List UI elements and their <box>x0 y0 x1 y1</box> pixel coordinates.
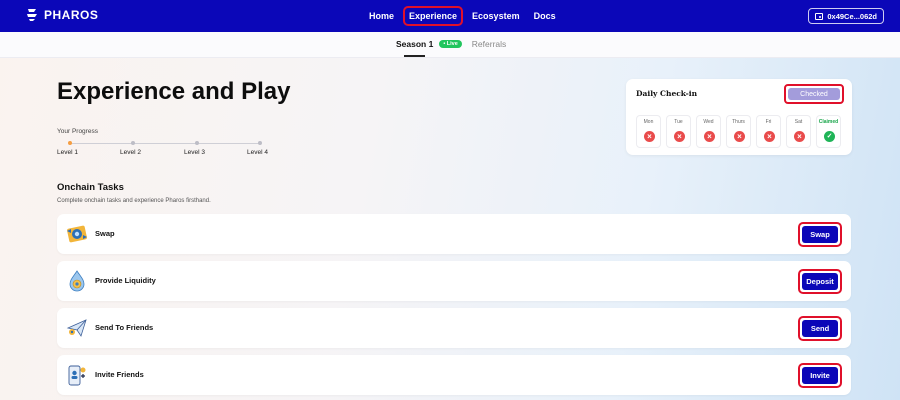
invite-phone-icon <box>68 365 86 386</box>
level-progress: Level 1 Level 2 Level 3 Level 4 <box>57 140 277 160</box>
task-label: Provide Liquidity <box>95 276 156 285</box>
checked-button-frame: Checked <box>784 84 844 104</box>
wallet-icon <box>815 12 824 20</box>
day-label: Fri <box>765 119 772 125</box>
level-label: Level 3 <box>184 149 205 156</box>
x-mark-icon: × <box>644 131 655 142</box>
x-mark-icon: × <box>734 131 745 142</box>
day-sat: Sat × <box>786 115 811 148</box>
x-mark-icon: × <box>674 131 685 142</box>
page-title: Experience and Play <box>57 78 291 105</box>
nav-experience[interactable]: Experience <box>403 6 464 26</box>
deposit-button-frame: Deposit <box>798 269 842 294</box>
progress-track <box>69 143 259 144</box>
day-label: Claimed <box>818 119 839 125</box>
task-row-swap: Swap Swap <box>57 214 851 254</box>
task-label: Invite Friends <box>95 370 144 379</box>
checked-button[interactable]: Checked <box>788 88 840 100</box>
wallet-address: 0x49Ce...062d <box>827 11 877 21</box>
level-label: Level 4 <box>247 149 268 156</box>
day-label: Tue <box>674 119 683 125</box>
task-label: Swap <box>95 229 115 238</box>
progress-label: Your Progress <box>57 128 98 135</box>
day-label: Thurs <box>732 119 745 125</box>
pharos-logo-icon <box>27 9 37 21</box>
level-label: Level 1 <box>57 149 78 156</box>
live-badge: • Live <box>439 40 462 48</box>
liquidity-drop-icon <box>69 270 85 292</box>
task-row-send-to-friends: Send To Friends Send <box>57 308 851 348</box>
day-label: Wed <box>703 119 714 125</box>
day-label: Mon <box>643 119 654 125</box>
sub-navbar: Season 1 • Live Referrals <box>0 32 900 58</box>
top-navbar: PHAROS Home Experience Ecosystem Docs 0x… <box>0 0 900 32</box>
deposit-button[interactable]: Deposit <box>802 273 838 290</box>
level-dot <box>258 141 262 145</box>
check-mark-icon: ✓ <box>824 131 835 142</box>
brand-name: PHAROS <box>44 8 99 22</box>
day-thurs: Thurs × <box>726 115 751 148</box>
level-dot <box>195 141 199 145</box>
wallet-button[interactable]: 0x49Ce...062d <box>808 8 884 24</box>
task-row-invite-friends: Invite Friends Invite <box>57 355 851 395</box>
daily-checkin-card: Daily Check-in Checked Mon × Tue × Wed ×… <box>626 79 852 155</box>
section-subtitle: Complete onchain tasks and experience Ph… <box>57 198 211 204</box>
day-claimed: Claimed ✓ <box>816 115 841 148</box>
nav-docs[interactable]: Docs <box>529 6 561 26</box>
swap-icon <box>67 225 87 243</box>
brand[interactable]: PHAROS <box>26 8 98 22</box>
day-mon: Mon × <box>636 115 661 148</box>
send-button-frame: Send <box>798 316 842 341</box>
day-tue: Tue × <box>666 115 691 148</box>
invite-button-frame: Invite <box>798 363 842 388</box>
checkin-title: Daily Check-in <box>636 89 698 98</box>
section-title: Onchain Tasks <box>57 182 124 193</box>
task-row-provide-liquidity: Provide Liquidity Deposit <box>57 261 851 301</box>
x-mark-icon: × <box>794 131 805 142</box>
x-mark-icon: × <box>704 131 715 142</box>
tab-season-1[interactable]: Season 1 <box>396 39 433 57</box>
invite-button[interactable]: Invite <box>802 367 838 384</box>
task-label: Send To Friends <box>95 323 154 332</box>
tab-referrals[interactable]: Referrals <box>472 39 506 49</box>
level-label: Level 2 <box>120 149 141 156</box>
x-mark-icon: × <box>764 131 775 142</box>
day-fri: Fri × <box>756 115 781 148</box>
swap-button[interactable]: Swap <box>802 226 838 243</box>
day-label: Sat <box>794 119 803 125</box>
checkin-days: Mon × Tue × Wed × Thurs × Fri × Sat × Cl… <box>636 115 841 148</box>
level-dot-active <box>68 141 72 145</box>
swap-button-frame: Swap <box>798 222 842 247</box>
nav-ecosystem[interactable]: Ecosystem <box>467 6 525 26</box>
send-button[interactable]: Send <box>802 320 838 337</box>
nav-home[interactable]: Home <box>364 6 399 26</box>
main-nav: Home Experience Ecosystem Docs <box>364 6 561 26</box>
day-wed: Wed × <box>696 115 721 148</box>
paper-plane-icon <box>66 319 87 337</box>
level-dot <box>131 141 135 145</box>
